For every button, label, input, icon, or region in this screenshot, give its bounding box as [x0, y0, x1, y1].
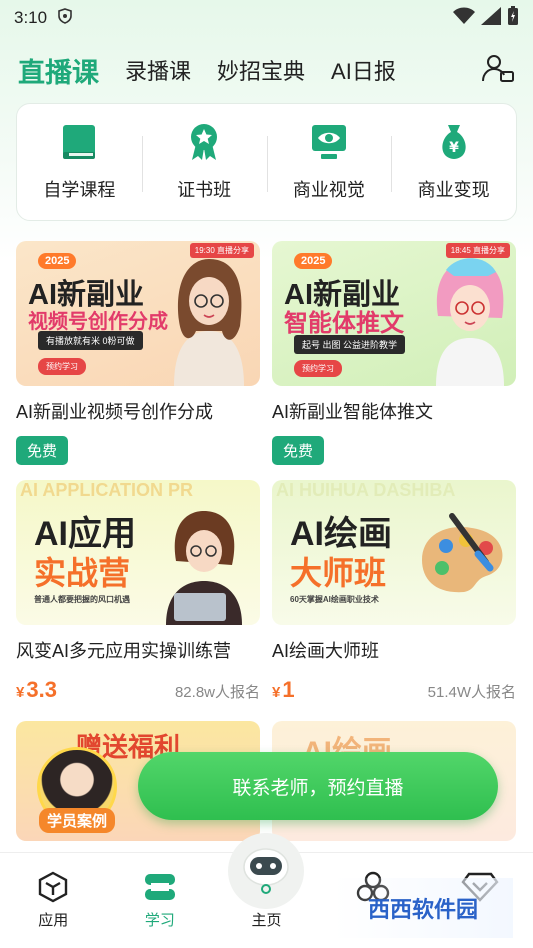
nav-label: 主页 — [251, 912, 282, 929]
tab-live[interactable]: 直播课 — [18, 51, 99, 90]
category-card: 自学课程 证书班 商业视觉 ¥ 商业变现 — [16, 103, 517, 221]
year-tag: 2025 — [294, 253, 333, 269]
palette-illustration — [422, 513, 503, 593]
enroll-count: 51.4W人报名 — [427, 684, 516, 701]
wifi-icon — [453, 7, 475, 30]
thumb-tagline: 有播放就有米 0粉可做 — [38, 331, 143, 350]
cube-icon — [39, 871, 68, 903]
profile-icon[interactable] — [481, 53, 515, 88]
student-case-badge[interactable]: 学员案例 — [31, 747, 123, 833]
thumb-tagline: 普通人都要把握的风口机遇 — [34, 595, 130, 604]
eye-monitor-icon — [311, 125, 346, 159]
thumb-background-text: AI APPLICATION PR — [20, 480, 194, 500]
status-time: 3:10 — [14, 8, 48, 27]
tab-tips[interactable]: 妙招宝典 — [217, 54, 305, 86]
nav-label: 学习 — [144, 912, 175, 929]
money-bag-icon: ¥ — [441, 125, 466, 159]
thumb-subheadline: 大师班 — [290, 555, 387, 591]
status-bar: 3:10 — [0, 0, 533, 36]
course-thumbnail[interactable]: AI HUIHUA DASHIBA AI绘画 大师班 60天掌握AI绘画职业技术 — [272, 480, 516, 625]
robot-icon — [243, 848, 289, 894]
layers-icon — [144, 874, 175, 900]
book-icon — [63, 125, 96, 159]
nav-study[interactable]: 学习 — [107, 853, 214, 948]
watermark-text: 西西软件园 — [367, 897, 478, 922]
course-card[interactable]: 19:30 直播分享 2025 AI新副业 视频号创作分成 有播放就有米 0粉可… — [16, 241, 260, 465]
category-self-study[interactable]: 自学课程 — [17, 104, 142, 220]
course-title[interactable]: AI新副业智能体推文 — [272, 398, 516, 424]
thumb-background-text: AI HUIHUA DASHIBA — [276, 480, 456, 500]
price-symbol: ¥ — [272, 684, 281, 701]
price-value: 3.3 — [26, 677, 57, 702]
year-tag: 2025 — [38, 253, 77, 269]
free-badge: 免费 — [16, 436, 69, 465]
nav-apps[interactable]: 应用 — [0, 853, 107, 948]
thumb-tagline: 60天掌握AI绘画职业技术 — [290, 595, 379, 604]
teacher-illustration — [174, 259, 244, 386]
top-tabs: 直播课 录播课 妙招宝典 AI日报 — [0, 48, 533, 92]
category-label: 商业变现 — [417, 180, 490, 200]
price-value: 1 — [282, 677, 295, 702]
battery-icon — [507, 5, 519, 31]
watermark: 西西软件园 — [333, 878, 513, 938]
category-monetize[interactable]: ¥ 商业变现 — [391, 104, 516, 220]
contact-teacher-label: 联系老师，预约直播 — [232, 777, 404, 799]
price-symbol: ¥ — [16, 684, 25, 701]
course-card[interactable]: AI APPLICATION PR AI应用 实战营 普通人都要把握的风口机遇 … — [16, 480, 260, 703]
course-price: ¥1 — [272, 677, 295, 703]
thumb-reserve-button: 预约学习 — [294, 360, 342, 377]
student-case-label: 学员案例 — [39, 808, 116, 833]
category-label: 商业视觉 — [292, 180, 365, 200]
presenter-illustration — [166, 511, 242, 625]
course-price: ¥3.3 — [16, 677, 57, 703]
course-title[interactable]: AI新副业视频号创作分成 — [16, 398, 260, 424]
thumb-reserve-button: 预约学习 — [38, 358, 86, 375]
course-title[interactable]: 风变AI多元应用实操训练营 — [16, 637, 260, 663]
svg-text:¥: ¥ — [449, 140, 459, 156]
category-label: 自学课程 — [43, 180, 116, 200]
thumb-subheadline: 智能体推文 — [284, 310, 404, 337]
home-robot-button[interactable] — [228, 833, 304, 909]
category-label: 证书班 — [177, 180, 232, 200]
tab-ai-daily[interactable]: AI日报 — [331, 54, 396, 86]
category-business-visual[interactable]: 商业视觉 — [266, 104, 392, 220]
course-card[interactable]: 18:45 直播分享 2025 AI新副业 智能体推文 起号 出图 公益进阶教学… — [272, 241, 516, 465]
signal-icon — [481, 6, 501, 30]
enroll-count: 82.8w人报名 — [174, 684, 260, 701]
category-certificate[interactable]: 证书班 — [141, 104, 267, 220]
course-thumbnail[interactable]: AI APPLICATION PR AI应用 实战营 普通人都要把握的风口机遇 — [16, 480, 260, 625]
shield-icon — [57, 7, 73, 29]
award-icon — [191, 124, 218, 160]
thumb-subheadline: 实战营 — [34, 555, 131, 591]
course-thumbnail[interactable]: 19:30 直播分享 2025 AI新副业 视频号创作分成 有播放就有米 0粉可… — [16, 241, 260, 386]
course-title[interactable]: AI绘画大师班 — [272, 637, 516, 663]
free-badge: 免费 — [272, 436, 325, 465]
contact-teacher-button[interactable]: 联系老师，预约直播 — [138, 752, 498, 820]
character-illustration — [436, 258, 504, 386]
price-row: ¥1 51.4W人报名 — [272, 677, 516, 703]
course-thumbnail[interactable]: 18:45 直播分享 2025 AI新副业 智能体推文 起号 出图 公益进阶教学… — [272, 241, 516, 386]
thumb-subheadline: 视频号创作分成 — [28, 311, 168, 333]
nav-label: 应用 — [38, 912, 69, 929]
thumb-tagline: 起号 出图 公益进阶教学 — [294, 335, 406, 354]
course-card[interactable]: AI HUIHUA DASHIBA AI绘画 大师班 60天掌握AI绘画职业技术… — [272, 480, 516, 703]
price-row: ¥3.3 82.8w人报名 — [16, 677, 260, 703]
tab-recorded[interactable]: 录播课 — [125, 54, 191, 86]
